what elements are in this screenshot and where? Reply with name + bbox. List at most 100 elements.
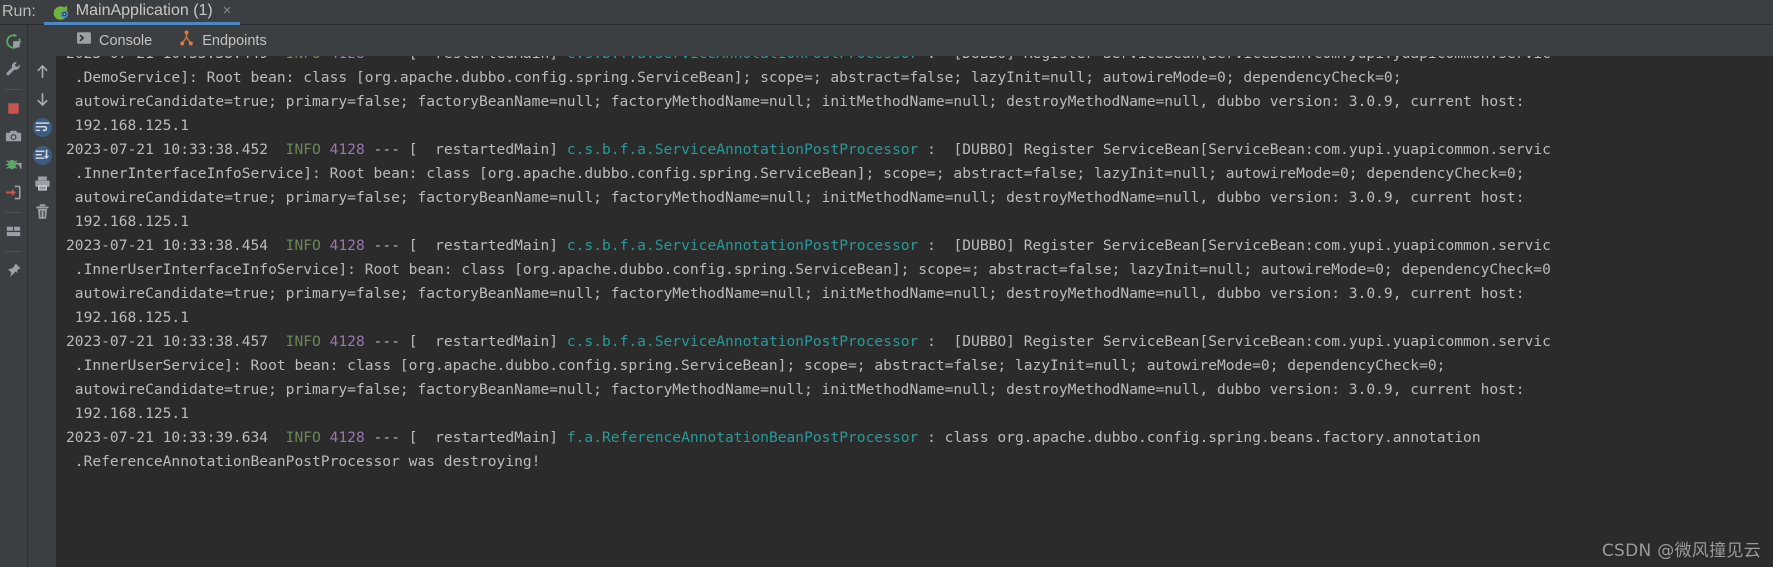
run-tab-mainapplication[interactable]: MainApplication (1) × <box>43 1 240 25</box>
log-token: 2023-07-21 10:33:39.634 <box>66 429 286 446</box>
log-token: .InnerUserService]: Root bean: class [or… <box>66 357 1446 374</box>
stop-icon[interactable] <box>1 96 26 121</box>
console-tab-strip: Console Endpoints <box>56 25 1773 56</box>
log-token: 2023-07-21 10:33:38.452 <box>66 141 286 158</box>
log-token: 192.168.125.1 <box>66 213 190 230</box>
log-line: 2023-07-21 10:33:38.452 INFO 4128 --- [ … <box>66 138 1773 162</box>
run-tab-title: MainApplication (1) <box>75 2 213 19</box>
exit-arrow-icon[interactable] <box>1 180 26 205</box>
print-icon[interactable] <box>30 171 55 196</box>
log-token: 4128 <box>329 141 365 158</box>
log-token: INFO <box>285 237 321 254</box>
trash-icon[interactable] <box>30 199 55 224</box>
log-token: : [DUBBO] Register ServiceBean[ServiceBe… <box>918 333 1551 350</box>
log-token: .InnerInterfaceInfoService]: Root bean: … <box>66 165 1525 182</box>
log-line: 192.168.125.1 <box>66 210 1773 234</box>
log-token: 2023-07-21 10:33:38.454 <box>66 237 286 254</box>
log-token: : class org.apache.dubbo.config.spring.b… <box>918 429 1481 446</box>
console-output[interactable]: 2023-07-21 10:33:38.449 INFO 4128 --- [ … <box>56 56 1773 567</box>
log-token: --- [ restartedMain] <box>364 429 567 446</box>
log-token: autowireCandidate=true; primary=false; f… <box>66 285 1525 302</box>
log-token: 2023-07-21 10:33:38.457 <box>66 333 286 350</box>
log-token: c.s.b.f.a.ServiceAnnotationPostProcessor <box>566 141 919 158</box>
log-line: autowireCandidate=true; primary=false; f… <box>66 186 1773 210</box>
log-token <box>321 333 330 350</box>
log-line: 2023-07-21 10:33:38.457 INFO 4128 --- [ … <box>66 330 1773 354</box>
endpoints-icon <box>178 29 195 52</box>
log-line: 2023-07-21 10:33:38.454 INFO 4128 --- [ … <box>66 234 1773 258</box>
log-line: autowireCandidate=true; primary=false; f… <box>66 378 1773 402</box>
log-token <box>321 429 330 446</box>
log-token: 2023-07-21 10:33:38.4 <box>66 56 251 62</box>
log-token: .DemoService]: Root bean: class [org.apa… <box>66 69 1402 86</box>
log-token: --- [ restartedMain] <box>364 141 567 158</box>
spring-boot-icon <box>52 3 69 20</box>
console-panel: Console Endpoints .DemoService]: Root be… <box>56 25 1773 567</box>
log-token: : [DUBBO] Register ServiceBean[ServiceBe… <box>918 56 1551 62</box>
run-actions-toolbar <box>0 25 27 567</box>
debug-restart-icon[interactable] <box>1 152 26 177</box>
log-token: autowireCandidate=true; primary=false; f… <box>66 381 1525 398</box>
log-line: 192.168.125.1 <box>66 306 1773 330</box>
pin-icon[interactable] <box>1 258 26 283</box>
log-token: --- [ restartedMain] <box>364 333 567 350</box>
tab-console-label: Console <box>99 32 153 49</box>
close-icon[interactable]: × <box>223 3 232 18</box>
toolbar-divider-3 <box>5 251 22 252</box>
log-token <box>321 237 330 254</box>
log-line: 2023-07-21 10:33:38.449 INFO 4128 --- [ … <box>66 56 1773 66</box>
console-with-toolbar: Console Endpoints .DemoService]: Root be… <box>27 25 1773 567</box>
tab-console[interactable]: Console <box>74 28 154 53</box>
log-line: 192.168.125.1 <box>66 402 1773 426</box>
layout-icon[interactable] <box>1 219 26 244</box>
log-token: c.s.b.f.a.ServiceAnnotationPostProcessor <box>566 237 919 254</box>
log-line: .ReferenceAnnotationBeanPostProcessor wa… <box>66 450 1773 474</box>
log-token: autowireCandidate=true; primary=false; f… <box>66 93 1525 110</box>
run-toolwindow-header: Run: MainApplication (1) × <box>0 0 1773 25</box>
rerun-icon[interactable] <box>1 29 26 54</box>
run-tool-window: Run: MainApplication (1) × Console Endpo… <box>0 0 1773 567</box>
log-token: 192.168.125.1 <box>66 405 190 422</box>
log-line: .InnerInterfaceInfoService]: Root bean: … <box>66 162 1773 186</box>
soft-wrap-icon[interactable] <box>30 115 55 140</box>
log-token: 4128 <box>329 333 365 350</box>
camera-snapshot-icon[interactable] <box>1 124 26 149</box>
log-token: 4128 <box>329 429 365 446</box>
log-token: --- [ restartedMain] <box>365 56 567 62</box>
log-token: 49 <box>251 56 286 62</box>
down-arrow-icon[interactable] <box>30 87 55 112</box>
log-token: INFO <box>286 56 321 62</box>
log-token <box>321 56 330 62</box>
run-label: Run: <box>2 3 36 20</box>
log-token: : [DUBBO] Register ServiceBean[ServiceBe… <box>918 237 1551 254</box>
log-line: 2023-07-21 10:33:39.634 INFO 4128 --- [ … <box>66 426 1773 450</box>
log-line: .InnerUserInterfaceInfoService]: Root be… <box>66 258 1773 282</box>
log-token: c.s.b.f.a.ServiceAnnotationPostProcessor <box>566 333 919 350</box>
log-line: autowireCandidate=true; primary=false; f… <box>66 282 1773 306</box>
console-log-text: 2023-07-21 10:33:38.449 INFO 4128 --- [ … <box>66 56 1773 474</box>
scroll-to-end-icon[interactable] <box>30 143 55 168</box>
toolbar-divider <box>5 89 22 90</box>
log-line: autowireCandidate=true; primary=false; f… <box>66 90 1773 114</box>
log-token: 192.168.125.1 <box>66 117 190 134</box>
toolbar-divider-2 <box>5 212 22 213</box>
log-token <box>321 141 330 158</box>
wrench-settings-icon[interactable] <box>1 57 26 82</box>
log-token: INFO <box>285 429 321 446</box>
log-token: f.a.ReferenceAnnotationBeanPostProcessor <box>566 429 919 446</box>
tab-endpoints[interactable]: Endpoints <box>176 28 269 54</box>
log-token: 4128 <box>330 56 365 62</box>
log-line: .DemoService]: Root bean: class [org.apa… <box>66 66 1773 90</box>
log-token: 4128 <box>329 237 365 254</box>
log-token: --- [ restartedMain] <box>364 237 567 254</box>
log-line: 192.168.125.1 <box>66 114 1773 138</box>
tab-endpoints-label: Endpoints <box>202 32 267 49</box>
log-token: .ReferenceAnnotationBeanPostProcessor wa… <box>66 453 541 470</box>
log-token: autowireCandidate=true; primary=false; f… <box>66 189 1525 206</box>
run-body: Console Endpoints .DemoService]: Root be… <box>0 24 1773 567</box>
log-token: : [DUBBO] Register ServiceBean[ServiceBe… <box>918 141 1551 158</box>
up-arrow-icon[interactable] <box>30 59 55 84</box>
console-actions-toolbar <box>27 25 56 567</box>
log-line: .InnerUserService]: Root bean: class [or… <box>66 354 1773 378</box>
log-token: c.s.b.f.a.ServiceAnnotationPostProcessor <box>567 56 918 62</box>
